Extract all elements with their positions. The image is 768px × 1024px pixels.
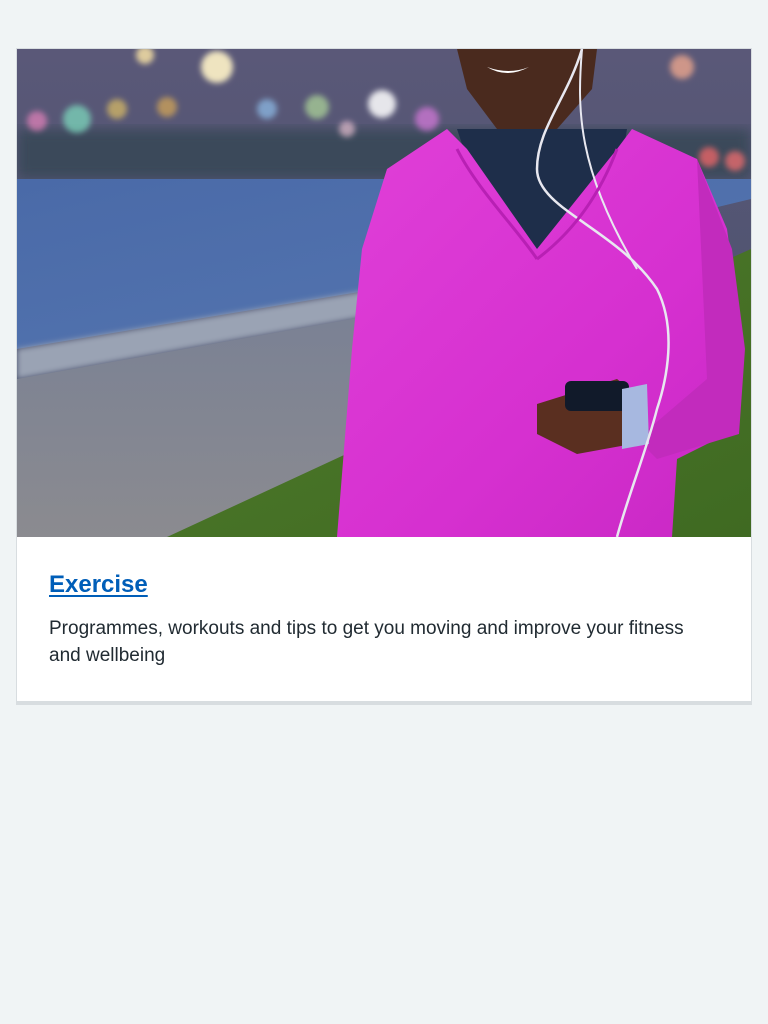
card-content: Exercise Programmes, workouts and tips t… [17,537,751,701]
exercise-card[interactable]: Exercise Programmes, workouts and tips t… [16,48,752,705]
exercise-photo [17,49,751,537]
card-heading: Exercise [49,569,719,601]
card-description: Programmes, workouts and tips to get you… [49,618,684,666]
exercise-link[interactable]: Exercise [49,571,148,598]
